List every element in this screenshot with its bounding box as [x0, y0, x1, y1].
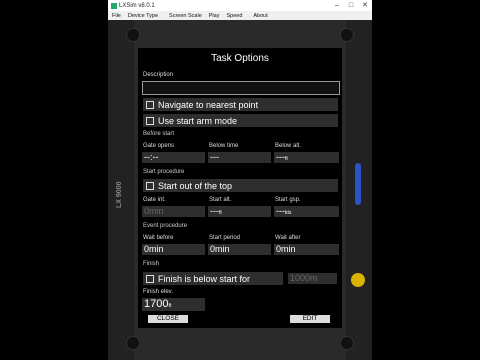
section-event-procedure: Event procedure: [143, 223, 188, 229]
finish-elev-value: 1700: [144, 298, 169, 310]
screw-icon: [126, 28, 140, 42]
screw-icon: [340, 28, 354, 42]
start-gsp-value: ---: [276, 206, 285, 216]
start-out-top-label: Start out of the top: [158, 180, 233, 191]
navigate-nearest-label: Navigate to nearest point: [158, 99, 259, 110]
finish-elev-field[interactable]: 1700ft: [142, 298, 205, 311]
finish-below-value: 1000m: [290, 273, 318, 283]
finish-elev-label: Finish elev.: [143, 289, 173, 295]
device-model-label: LX 9000: [116, 181, 123, 208]
start-alt-label: Start alt.: [209, 197, 232, 203]
start-arm-mode-label: Use start arm mode: [158, 115, 238, 126]
menu-play[interactable]: Play: [209, 13, 220, 19]
gate-int-field[interactable]: 0min: [142, 206, 205, 217]
close-icon[interactable]: ✕: [358, 0, 372, 11]
menu-about[interactable]: About: [253, 13, 267, 19]
section-start-procedure: Start procedure: [143, 169, 185, 175]
wait-before-value: 0min: [144, 244, 164, 254]
gate-opens-field[interactable]: --:--: [142, 152, 205, 163]
start-out-top-checkbox[interactable]: Start out of the top: [143, 179, 338, 192]
start-period-label: Start period: [209, 235, 241, 241]
gate-opens-value: --:--: [144, 152, 159, 162]
menu-file[interactable]: File: [112, 13, 121, 19]
screen-title: Task Options: [211, 53, 269, 64]
section-finish: Finish: [143, 261, 160, 267]
below-time-label: Below time: [209, 143, 239, 149]
wait-before-field[interactable]: 0min: [142, 244, 205, 255]
menu-speed[interactable]: Speed: [226, 13, 242, 19]
start-gsp-label: Start gsp.: [275, 197, 301, 203]
title-bar: LXSim v8.0.1 – □ ✕: [108, 0, 372, 11]
window-title: LXSim v8.0.1: [119, 2, 155, 9]
rotary-knob-blue[interactable]: [355, 163, 361, 205]
menu-bar: File Device Type Screen Scale Play Speed…: [108, 11, 372, 20]
finish-below-field[interactable]: 1000m: [288, 273, 337, 284]
below-time-value: ---: [210, 152, 219, 162]
start-alt-value: ---: [210, 206, 219, 216]
maximize-icon[interactable]: □: [344, 0, 358, 11]
below-alt-unit: ft: [285, 156, 288, 162]
start-arm-mode-checkbox[interactable]: Use start arm mode: [143, 114, 338, 127]
gate-int-value: 0min: [144, 206, 164, 216]
below-alt-label: Below alt.: [275, 143, 302, 149]
wait-after-label: Wait after: [275, 235, 301, 241]
start-gsp-field[interactable]: ---kts: [274, 206, 339, 217]
finish-elev-unit: ft: [168, 303, 172, 309]
checkbox-icon: [146, 116, 154, 125]
menu-device-type[interactable]: Device Type: [128, 13, 158, 19]
finish-below-start-checkbox[interactable]: Finish is below start for: [143, 272, 283, 285]
wait-after-field[interactable]: 0min: [274, 244, 339, 255]
app-icon: [111, 2, 117, 9]
rotary-knob-yellow[interactable]: [351, 273, 365, 287]
screw-icon: [126, 336, 140, 350]
menu-screen-scale[interactable]: Screen Scale: [169, 13, 202, 19]
wait-before-label: Wait before: [143, 235, 174, 241]
checkbox-icon: [146, 274, 154, 283]
below-time-field[interactable]: ---: [208, 152, 271, 163]
start-alt-unit: ft: [219, 210, 222, 216]
below-alt-value: ---: [276, 152, 285, 162]
navigate-nearest-checkbox[interactable]: Navigate to nearest point: [143, 98, 338, 111]
minimize-icon[interactable]: –: [330, 0, 344, 11]
checkbox-icon: [146, 100, 154, 109]
gate-int-label: Gate int.: [143, 197, 166, 203]
gate-opens-label: Gate opens: [143, 143, 175, 149]
lxsim-window: LXSim v8.0.1 – □ ✕ File Device Type Scre…: [108, 0, 372, 360]
start-period-value: 0min: [210, 244, 230, 254]
edit-button[interactable]: EDIT: [290, 315, 330, 323]
finish-below-start-label: Finish is below start for: [158, 273, 251, 284]
description-label: Description: [143, 72, 174, 78]
screw-icon: [340, 336, 354, 350]
start-period-field[interactable]: 0min: [208, 244, 271, 255]
section-before-start: Before start: [143, 131, 175, 137]
description-field[interactable]: [142, 81, 340, 95]
checkbox-icon: [146, 181, 154, 190]
start-alt-field[interactable]: ---ft: [208, 206, 271, 217]
start-gsp-unit: kts: [285, 210, 292, 216]
wait-after-value: 0min: [276, 244, 296, 254]
close-button[interactable]: CLOSE: [148, 315, 188, 323]
below-alt-field[interactable]: ---ft: [274, 152, 339, 163]
task-options-screen: Task Options Description Navigate to nea…: [138, 48, 342, 328]
